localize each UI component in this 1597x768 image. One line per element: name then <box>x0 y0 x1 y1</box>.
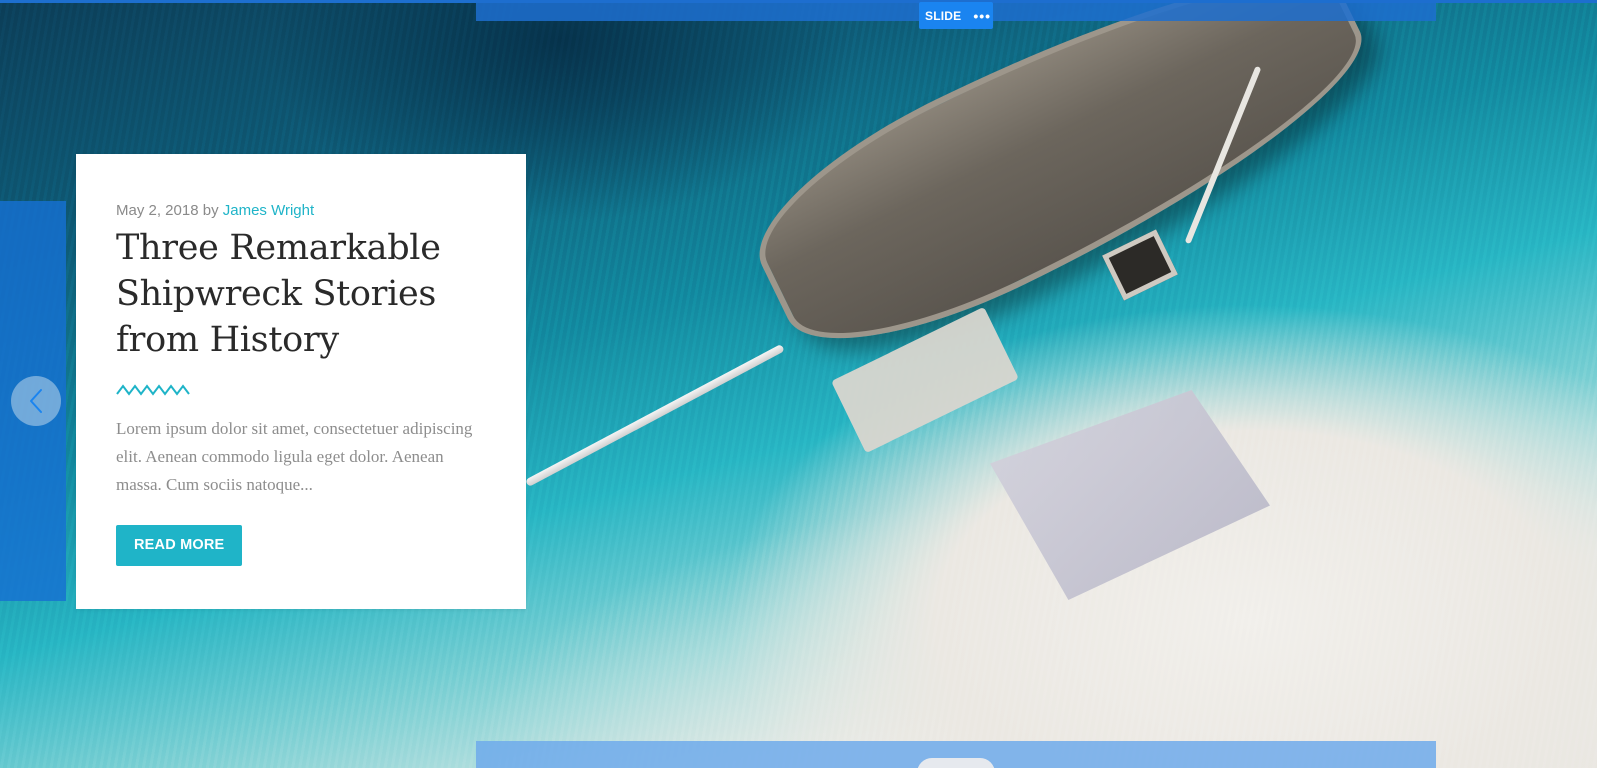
boat-illustration <box>520 0 1520 750</box>
boat-boom <box>525 343 785 488</box>
boat-sail <box>990 390 1270 600</box>
post-title[interactable]: Three Remarkable Shipwreck Stories from … <box>116 225 486 363</box>
post-meta: May 2, 2018 by James Wright <box>116 202 486 219</box>
boat-hull <box>730 0 1396 385</box>
more-options-icon[interactable]: ••• <box>973 9 991 23</box>
slide-bottom-handle[interactable] <box>917 758 995 768</box>
zigzag-divider-icon <box>116 384 190 396</box>
post-card: May 2, 2018 by James Wright Three Remark… <box>76 154 526 609</box>
slide-element-tag[interactable]: SLIDE ••• <box>919 2 993 29</box>
post-by: by <box>202 202 219 219</box>
chevron-left-icon <box>30 389 42 413</box>
post-date: May 2, 2018 <box>116 202 199 219</box>
slide-tag-label: SLIDE <box>925 8 962 23</box>
boat-hatch <box>1102 229 1178 301</box>
post-author-link[interactable]: James Wright <box>223 202 314 219</box>
post-excerpt: Lorem ipsum dolor sit amet, consectetuer… <box>116 419 473 494</box>
read-more-button[interactable]: READ MORE <box>116 525 243 566</box>
prev-slide-button[interactable] <box>11 376 61 426</box>
